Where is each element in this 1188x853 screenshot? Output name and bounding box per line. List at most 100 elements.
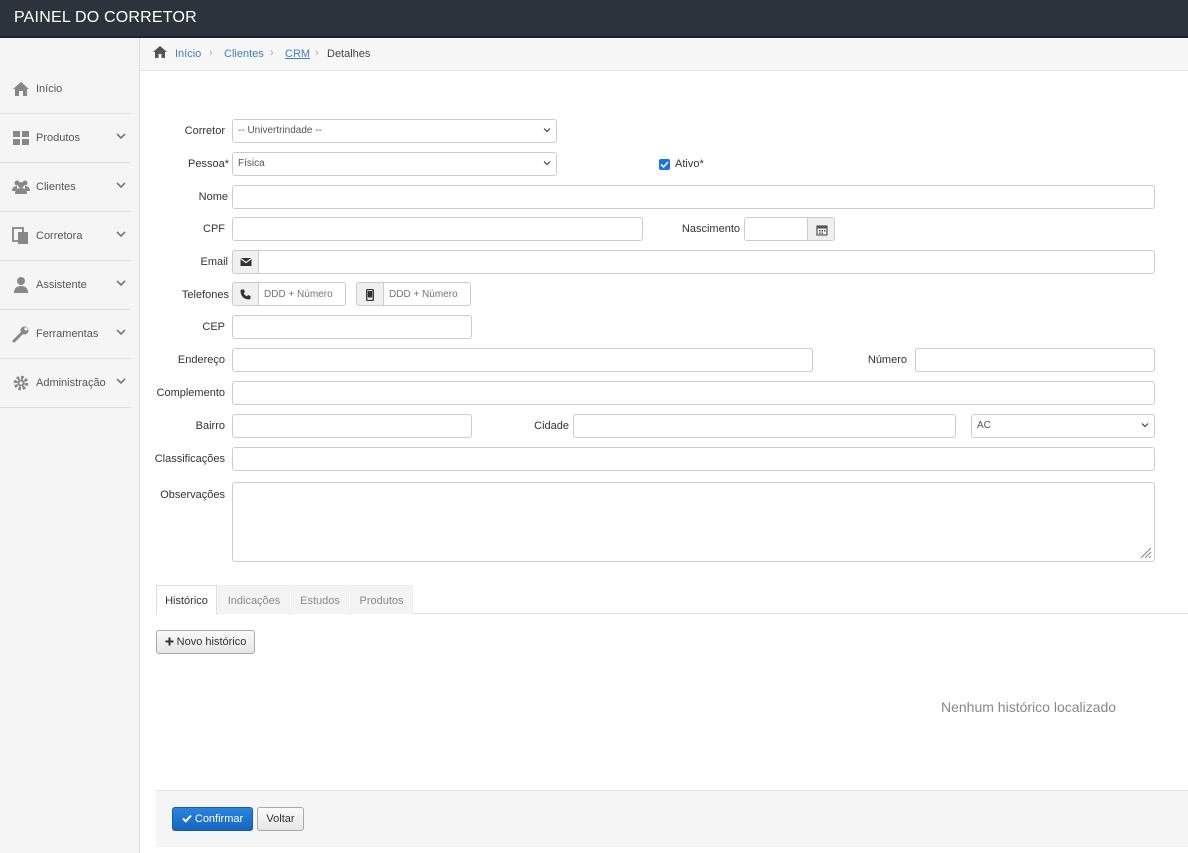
phone-input[interactable] xyxy=(258,282,346,306)
calendar-button[interactable] xyxy=(807,217,835,241)
new-history-label: Novo histórico xyxy=(176,636,247,648)
sidebar-item-assistente[interactable]: Assistente xyxy=(0,261,130,310)
nascimento-input[interactable] xyxy=(744,217,810,241)
corretor-value: -- Univertrindade -- xyxy=(238,125,322,136)
chevron-down-icon xyxy=(116,329,126,336)
pessoa-select[interactable]: Física xyxy=(232,152,557,176)
cidade-label: Cidade xyxy=(534,420,569,432)
calendar-icon xyxy=(816,225,828,236)
tab-historico[interactable]: Histórico xyxy=(156,585,217,615)
breadcrumb-separator: › xyxy=(209,47,213,59)
new-history-button[interactable]: Novo histórico xyxy=(156,630,255,654)
sidebar-item-produtos[interactable]: Produtos xyxy=(0,114,130,163)
breadcrumb-crm[interactable]: CRM xyxy=(285,48,310,60)
sidebar-item-label: Corretora xyxy=(36,230,83,242)
numero-label: Número xyxy=(867,354,907,366)
nome-input[interactable] xyxy=(232,185,1155,209)
cep-label: CEP xyxy=(202,321,225,333)
copy-icon xyxy=(12,227,28,244)
tabs-bar: Histórico Indicações Estudos Produtos xyxy=(156,585,1188,615)
ativo-label: Ativo* xyxy=(675,158,704,170)
check-icon xyxy=(660,161,669,169)
chevron-down-icon xyxy=(1141,423,1149,428)
home-icon[interactable] xyxy=(153,46,167,59)
chevron-down-icon xyxy=(116,182,126,189)
breadcrumb-inicio[interactable]: Início xyxy=(175,48,201,60)
gear-icon xyxy=(13,375,29,391)
sidebar-item-inicio[interactable]: Início xyxy=(0,65,130,114)
envelope-icon xyxy=(240,258,252,266)
breadcrumb-clientes[interactable]: Clientes xyxy=(224,48,264,60)
tab-indicacoes[interactable]: Indicações xyxy=(218,585,290,614)
sidebar-item-label: Ferramentas xyxy=(36,328,99,340)
classificacoes-label: Classificações xyxy=(154,453,225,465)
plus-icon xyxy=(165,637,174,646)
empty-history-message: Nenhum histórico localizado xyxy=(941,699,1117,715)
chevron-down-icon xyxy=(543,161,551,166)
pessoa-value: Física xyxy=(238,158,265,169)
endereco-label: Endereço xyxy=(177,354,225,366)
sidebar-item-label: Assistente xyxy=(36,279,87,291)
mobile-addon xyxy=(356,282,384,306)
sidebar-item-label: Início xyxy=(36,83,63,95)
sidebar-item-label: Produtos xyxy=(36,132,81,144)
classificacoes-input[interactable] xyxy=(232,447,1155,471)
resize-handle-icon[interactable] xyxy=(1139,546,1152,559)
sidebar-item-administracao[interactable]: Administração xyxy=(0,359,130,408)
telefones-label: Telefones xyxy=(181,289,229,301)
tab-estudos[interactable]: Estudos xyxy=(291,585,349,614)
cep-input[interactable] xyxy=(232,315,472,339)
form-footer xyxy=(156,790,1188,847)
confirm-button[interactable]: Confirmar xyxy=(172,807,253,831)
bairro-label: Bairro xyxy=(195,420,225,432)
grid-icon xyxy=(13,131,29,145)
corretor-select[interactable]: -- Univertrindade -- xyxy=(232,119,557,143)
breadcrumb-separator: › xyxy=(315,47,319,59)
endereco-input[interactable] xyxy=(232,348,813,372)
phone-addon xyxy=(232,282,259,306)
chevron-down-icon xyxy=(543,128,551,133)
corretor-label: Corretor xyxy=(184,125,225,137)
cpf-input[interactable] xyxy=(232,217,643,241)
complemento-input[interactable] xyxy=(232,381,1155,405)
tab-produtos[interactable]: Produtos xyxy=(350,585,413,614)
app-title: PAINEL DO CORRETOR xyxy=(14,9,197,26)
user-icon xyxy=(14,277,28,293)
sidebar-item-ferramentas[interactable]: Ferramentas xyxy=(0,310,130,359)
users-icon xyxy=(12,180,30,194)
back-button[interactable]: Voltar xyxy=(257,807,304,831)
pessoa-label: Pessoa* xyxy=(188,158,229,170)
cidade-input[interactable] xyxy=(573,414,956,438)
numero-input[interactable] xyxy=(915,348,1155,372)
mobile-icon xyxy=(366,289,374,301)
home-icon xyxy=(13,82,29,96)
complemento-label: Complemento xyxy=(156,387,225,399)
ativo-checkbox[interactable] xyxy=(659,159,670,170)
sidebar-item-label: Clientes xyxy=(36,181,76,193)
observacoes-textarea[interactable] xyxy=(232,482,1155,562)
nome-label: Nome xyxy=(198,191,228,203)
breadcrumb-separator: › xyxy=(270,47,274,59)
sidebar-item-label: Administração xyxy=(36,377,106,389)
bairro-input[interactable] xyxy=(232,414,472,438)
mobile-input[interactable] xyxy=(383,282,471,306)
email-addon xyxy=(232,250,259,274)
breadcrumb: Início › Clientes › CRM › Detalhes xyxy=(140,38,1188,71)
check-icon xyxy=(182,814,192,823)
sidebar: Início Produtos Clientes Corretora Assis… xyxy=(0,38,140,853)
cpf-label: CPF xyxy=(203,223,225,235)
uf-value: AC xyxy=(977,420,991,431)
breadcrumb-current: Detalhes xyxy=(327,48,371,60)
top-bar: PAINEL DO CORRETOR xyxy=(0,0,1188,38)
uf-select[interactable]: AC xyxy=(971,414,1155,438)
chevron-down-icon xyxy=(116,231,126,238)
email-label: Email xyxy=(200,256,228,268)
sidebar-item-clientes[interactable]: Clientes xyxy=(0,163,130,212)
chevron-down-icon xyxy=(116,133,126,140)
confirm-label: Confirmar xyxy=(194,813,244,825)
chevron-down-icon xyxy=(116,280,126,287)
wrench-icon xyxy=(12,326,29,343)
email-input[interactable] xyxy=(258,250,1155,274)
sidebar-item-corretora[interactable]: Corretora xyxy=(0,212,130,261)
phone-icon xyxy=(240,289,251,300)
